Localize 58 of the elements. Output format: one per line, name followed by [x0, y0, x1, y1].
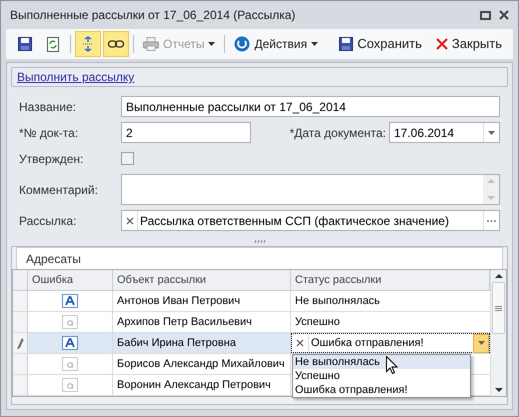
expand-button[interactable] — [75, 31, 101, 57]
scroll-up-icon[interactable] — [494, 274, 502, 278]
date-field[interactable]: 17.06.2014 — [389, 122, 500, 143]
scrollbar-thumb[interactable] — [492, 282, 505, 334]
grip-icon — [495, 306, 502, 310]
table-cell-text: Не выполнялась — [294, 294, 381, 309]
table-row[interactable]: Антонов Иван Петрович Не выполнялась — [13, 291, 490, 312]
actions-button[interactable]: Действия — [229, 31, 324, 57]
expand-vertical-icon — [82, 36, 94, 52]
dropdown-option[interactable]: Не выполнялась — [293, 355, 470, 369]
letter-a-icon — [62, 336, 78, 350]
table-cell: Антонов Иван Петрович — [113, 291, 291, 311]
panel-title: Адресаты — [26, 250, 81, 268]
field-label: *Дата документа: — [290, 124, 386, 142]
pencil-icon — [16, 338, 24, 348]
refresh-document-icon — [47, 36, 59, 52]
chain-link-icon — [108, 40, 124, 48]
table-cell-text: Успешно — [294, 314, 341, 330]
field-label: Комментарий: — [19, 182, 99, 198]
approved-checkbox[interactable] — [121, 152, 134, 165]
close-icon[interactable] — [499, 10, 509, 20]
scroll-down-icon[interactable] — [494, 388, 502, 392]
table-cell: Борисов Александр Михайлович — [113, 354, 291, 374]
table-row[interactable]: Архипов Петр Васильевич Успешно — [13, 312, 490, 333]
field-label: Рассылка: — [19, 212, 78, 230]
column-header[interactable]: Ошибка — [28, 270, 113, 290]
close-button[interactable]: Закрыть — [430, 31, 507, 57]
mailing-field[interactable]: Рассылка ответственным ССП (фактическое значение) — [121, 210, 500, 231]
field-label: Утвержден: — [19, 150, 84, 168]
close-icon — [436, 38, 448, 50]
field-label: *№ док-та: — [19, 124, 80, 142]
maximize-icon[interactable] — [480, 10, 491, 20]
caret-icon — [208, 42, 216, 46]
table-cell: Воронин Александр Петрович — [113, 375, 291, 395]
table-cell: Архипов Петр Васильевич — [113, 312, 291, 332]
save-button[interactable]: Сохранить — [334, 31, 427, 57]
status-editor[interactable]: Ошибка отправления! — [291, 333, 490, 353]
caret-icon — [311, 42, 318, 46]
field-label: Название: — [19, 98, 77, 116]
letter-a-icon — [62, 378, 78, 392]
name-field[interactable]: Выполненные рассылки от 17_06_2014 — [121, 96, 500, 117]
dropdown-option[interactable]: Ошибка отправления! — [293, 383, 470, 397]
table-row[interactable]: Бабич Ирина Петровна Ошибка отправления! — [13, 333, 490, 354]
column-header[interactable]: Объект рассылки — [113, 270, 291, 290]
splitter-grip-icon[interactable] — [254, 240, 266, 242]
document-number-field[interactable]: 2 — [121, 122, 251, 143]
letter-a-icon — [62, 315, 78, 329]
link-button[interactable] — [103, 31, 129, 57]
caret-icon — [478, 341, 484, 345]
clear-icon — [126, 216, 134, 224]
caret-icon — [488, 130, 495, 134]
letter-a-icon — [62, 357, 78, 371]
window-title: Выполненные рассылки от 17_06_2014 (Рассылка) — [10, 7, 296, 24]
clear-icon — [296, 339, 304, 347]
run-mailing-link[interactable]: Выполнить рассылку — [17, 68, 134, 86]
vertical-scrollbar[interactable] — [490, 270, 506, 396]
printer-icon — [143, 37, 159, 51]
letter-a-icon — [62, 294, 78, 308]
